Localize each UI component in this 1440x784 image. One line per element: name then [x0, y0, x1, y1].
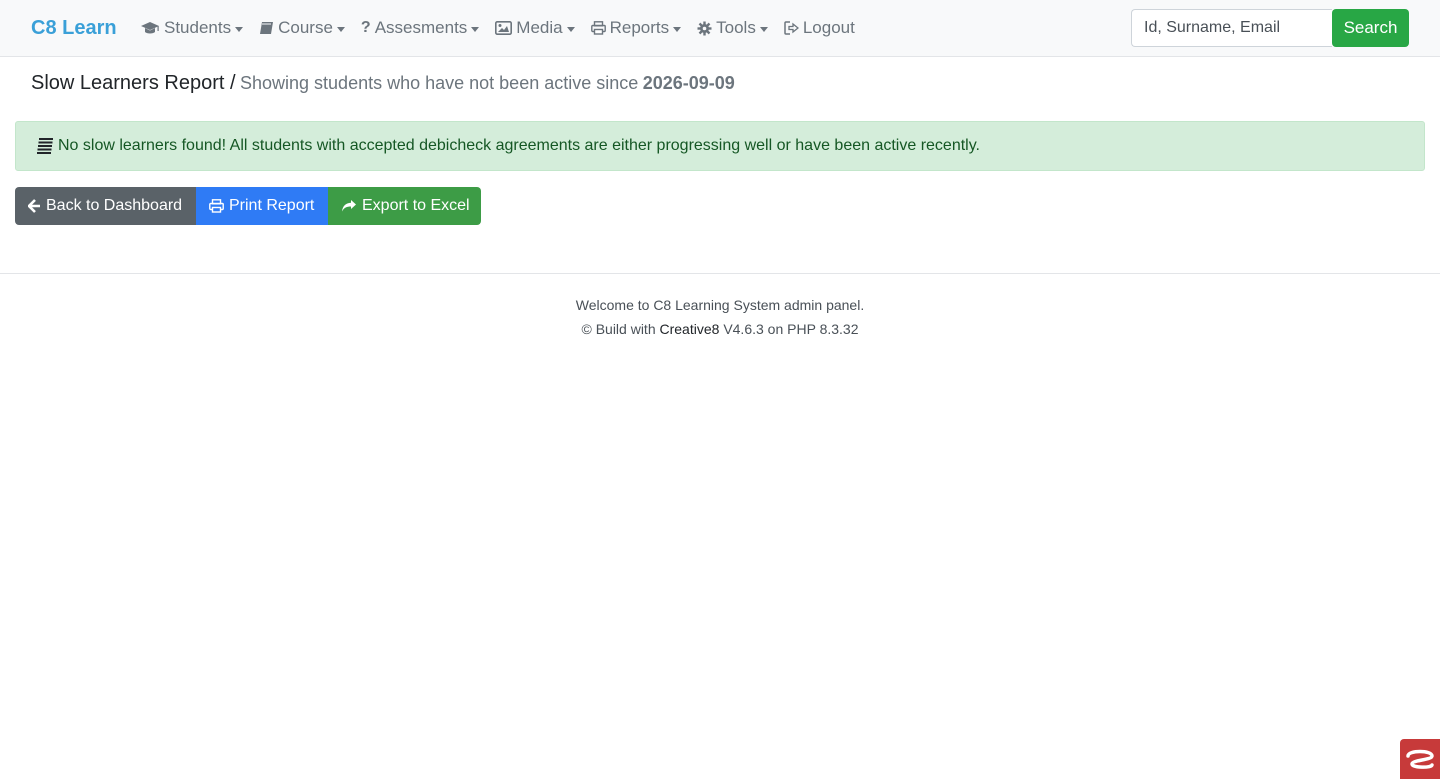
report-title: Slow Learners Report /: [31, 72, 236, 94]
printer-icon: [590, 21, 606, 35]
caret-down-icon: [336, 26, 345, 32]
list-icon: [36, 137, 54, 155]
footer: Welcome to C8 Learning System admin pane…: [0, 293, 1440, 341]
caret-down-icon: [673, 26, 682, 32]
caret-down-icon: [566, 26, 575, 32]
search-input[interactable]: [1131, 9, 1332, 47]
success-alert: No slow learners found! All students wit…: [15, 121, 1425, 171]
nav-item-label: Tools: [716, 18, 756, 37]
navbar: C8 Learn Students Course ? Assesments Me…: [0, 0, 1440, 57]
nav-item-reports[interactable]: Reports: [590, 18, 682, 38]
nav-item-logout[interactable]: Logout: [784, 18, 855, 38]
nav-item-label: Students: [164, 18, 232, 37]
back-to-dashboard-button[interactable]: Back to Dashboard: [15, 187, 196, 225]
logout-icon: [784, 21, 799, 35]
back-button-label: Back to Dashboard: [46, 197, 183, 214]
footer-divider: [0, 273, 1440, 274]
search-button[interactable]: Search: [1332, 9, 1409, 47]
caret-down-icon: [759, 26, 768, 32]
nav-item-label: Assesments: [374, 18, 468, 37]
nav-item-students[interactable]: Students: [140, 18, 244, 38]
alert-message: No slow learners found! All students wit…: [58, 137, 980, 154]
image-icon: [495, 21, 513, 35]
book-icon: [259, 21, 274, 36]
footer-welcome: Welcome to C8 Learning System admin pane…: [575, 297, 865, 313]
caret-down-icon: [235, 26, 244, 32]
nav-item-course[interactable]: Course: [259, 18, 345, 38]
gear-icon: [697, 21, 712, 36]
print-button-label: Print Report: [229, 197, 315, 214]
share-arrow-icon: [341, 199, 357, 213]
question-icon: ?: [360, 19, 371, 36]
report-actions: Back to Dashboard Print Report Export to…: [15, 187, 481, 225]
nav-menu: Students Course ? Assesments Media Repor…: [140, 0, 871, 56]
printer-icon: [209, 199, 224, 213]
footer-version: V4.6.3 on PHP 8.3.32: [723, 321, 859, 337]
page-title: Slow Learners Report / Showing students …: [31, 72, 735, 95]
export-excel-button[interactable]: Export to Excel: [328, 187, 481, 225]
search-form: Search: [1131, 9, 1409, 47]
caret-down-icon: [471, 26, 480, 32]
nav-item-label: Media: [516, 18, 563, 37]
nav-item-label: Course: [278, 18, 333, 37]
arrow-left-icon: [28, 199, 41, 213]
footer-build-prefix: © Build with: [581, 321, 656, 337]
nav-item-label: Reports: [609, 18, 670, 37]
footer-brand-link[interactable]: Creative8: [660, 321, 720, 337]
report-date: 2026-09-09: [642, 73, 735, 93]
nav-item-assesments[interactable]: ? Assesments: [360, 18, 480, 38]
widget-launcher-icon[interactable]: [1400, 739, 1440, 779]
print-report-button[interactable]: Print Report: [196, 187, 328, 225]
nav-item-tools[interactable]: Tools: [697, 18, 768, 38]
export-button-label: Export to Excel: [362, 197, 470, 214]
nav-item-media[interactable]: Media: [495, 18, 575, 38]
brand-logo[interactable]: C8 Learn: [31, 14, 117, 42]
report-subtitle: Showing students who have not been activ…: [240, 73, 639, 93]
nav-item-label: Logout: [802, 18, 855, 37]
graduation-cap-icon: [140, 20, 160, 36]
footer-build: © Build with Creative8 V4.6.3 on PHP 8.3…: [0, 317, 1440, 341]
